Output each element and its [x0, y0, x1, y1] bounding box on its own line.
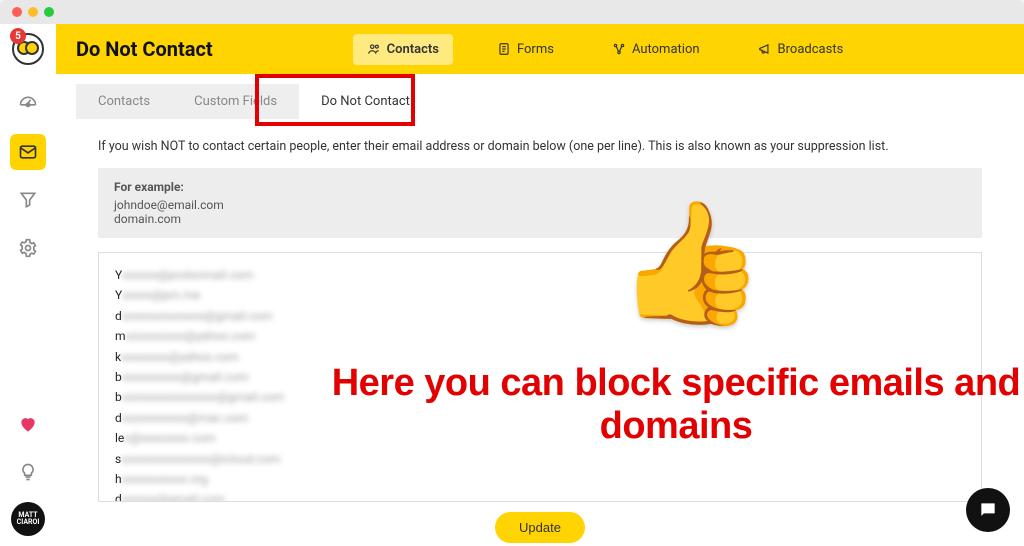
- nav-label: Contacts: [387, 42, 439, 57]
- sidebar-item-settings[interactable]: [10, 230, 46, 266]
- funnel-icon: [18, 190, 38, 210]
- tab-do-not-contact[interactable]: Do Not Contact: [299, 84, 432, 119]
- top-header: Do Not Contact Contacts Forms Automation…: [56, 24, 1024, 74]
- app-logo[interactable]: 5: [0, 24, 56, 74]
- top-nav: Contacts Forms Automation Broadcasts: [353, 34, 858, 65]
- sidebar: 5 MATT CIAROI: [0, 24, 56, 546]
- tab-contacts[interactable]: Contacts: [76, 84, 172, 119]
- chat-fab[interactable]: [966, 488, 1010, 532]
- example-line: domain.com: [114, 212, 966, 226]
- suppression-row: Yxxxxxx@protonmail.com: [115, 265, 965, 285]
- suppression-row: bxxxxxxxxxxxxxxxx@gmail.com: [115, 387, 965, 407]
- sidebar-item-help[interactable]: [10, 454, 46, 490]
- user-avatar[interactable]: MATT CIAROI: [11, 502, 45, 536]
- tab-custom-fields[interactable]: Custom Fields: [172, 84, 299, 119]
- browser-title-bar: [0, 0, 1024, 24]
- lightbulb-icon: [18, 462, 38, 482]
- window-minimize-icon[interactable]: [28, 7, 38, 17]
- example-title: For example:: [114, 180, 966, 194]
- page-title: Do Not Contact: [76, 37, 213, 61]
- sub-tabs: Contacts Custom Fields Do Not Contact: [76, 84, 432, 119]
- suppression-row: lex@xxxxxxxx.com: [115, 428, 965, 448]
- example-line: johndoe@email.com: [114, 198, 966, 212]
- nav-contacts[interactable]: Contacts: [353, 34, 453, 65]
- window-close-icon[interactable]: [12, 7, 22, 17]
- megaphone-icon: [758, 42, 772, 56]
- sidebar-item-favorites[interactable]: [10, 406, 46, 442]
- nav-broadcasts[interactable]: Broadcasts: [744, 34, 858, 65]
- users-icon: [367, 42, 381, 56]
- suppression-textarea[interactable]: Yxxxxxx@protonmail.comYxxxxx@pm.medxxxxx…: [98, 252, 982, 502]
- suppression-row: dxxxxxx@gmail.com: [115, 489, 965, 502]
- suppression-row: mxxxxxxxxxx@yahoo.com: [115, 326, 965, 346]
- intro-text: If you wish NOT to contact certain peopl…: [98, 139, 982, 154]
- heart-icon: [18, 414, 38, 434]
- suppression-row: hxxxxxxxxxxx.org: [115, 469, 965, 489]
- sidebar-item-filter[interactable]: [10, 182, 46, 218]
- update-button[interactable]: Update: [495, 512, 585, 543]
- nav-automation[interactable]: Automation: [598, 34, 714, 65]
- suppression-row: bxxxxxxxxxx@gmail.com: [115, 367, 965, 387]
- example-box: For example: johndoe@email.com domain.co…: [98, 168, 982, 238]
- automation-icon: [612, 42, 626, 56]
- suppression-row: sxxxxxxxxxxxxxxx@icloud.com: [115, 449, 965, 469]
- gear-icon: [18, 238, 38, 258]
- sidebar-item-mail[interactable]: [10, 134, 46, 170]
- form-icon: [497, 42, 511, 56]
- chat-icon: [978, 500, 998, 520]
- window-maximize-icon[interactable]: [44, 7, 54, 17]
- nav-label: Automation: [632, 42, 700, 57]
- notification-badge: 5: [10, 28, 26, 44]
- gauge-icon: [18, 94, 38, 114]
- nav-label: Forms: [517, 42, 554, 57]
- suppression-row: kxxxxxxxx@yahoo.com: [115, 347, 965, 367]
- sidebar-item-dashboard[interactable]: [10, 86, 46, 122]
- suppression-row: Yxxxxx@pm.me: [115, 285, 965, 305]
- nav-forms[interactable]: Forms: [483, 34, 568, 65]
- envelope-icon: [18, 142, 38, 162]
- suppression-row: dxxxxxxxxxxx@mac.com: [115, 408, 965, 428]
- nav-label: Broadcasts: [778, 42, 844, 57]
- suppression-row: dxxxxxxxxxxxxxx@gmail.com: [115, 306, 965, 326]
